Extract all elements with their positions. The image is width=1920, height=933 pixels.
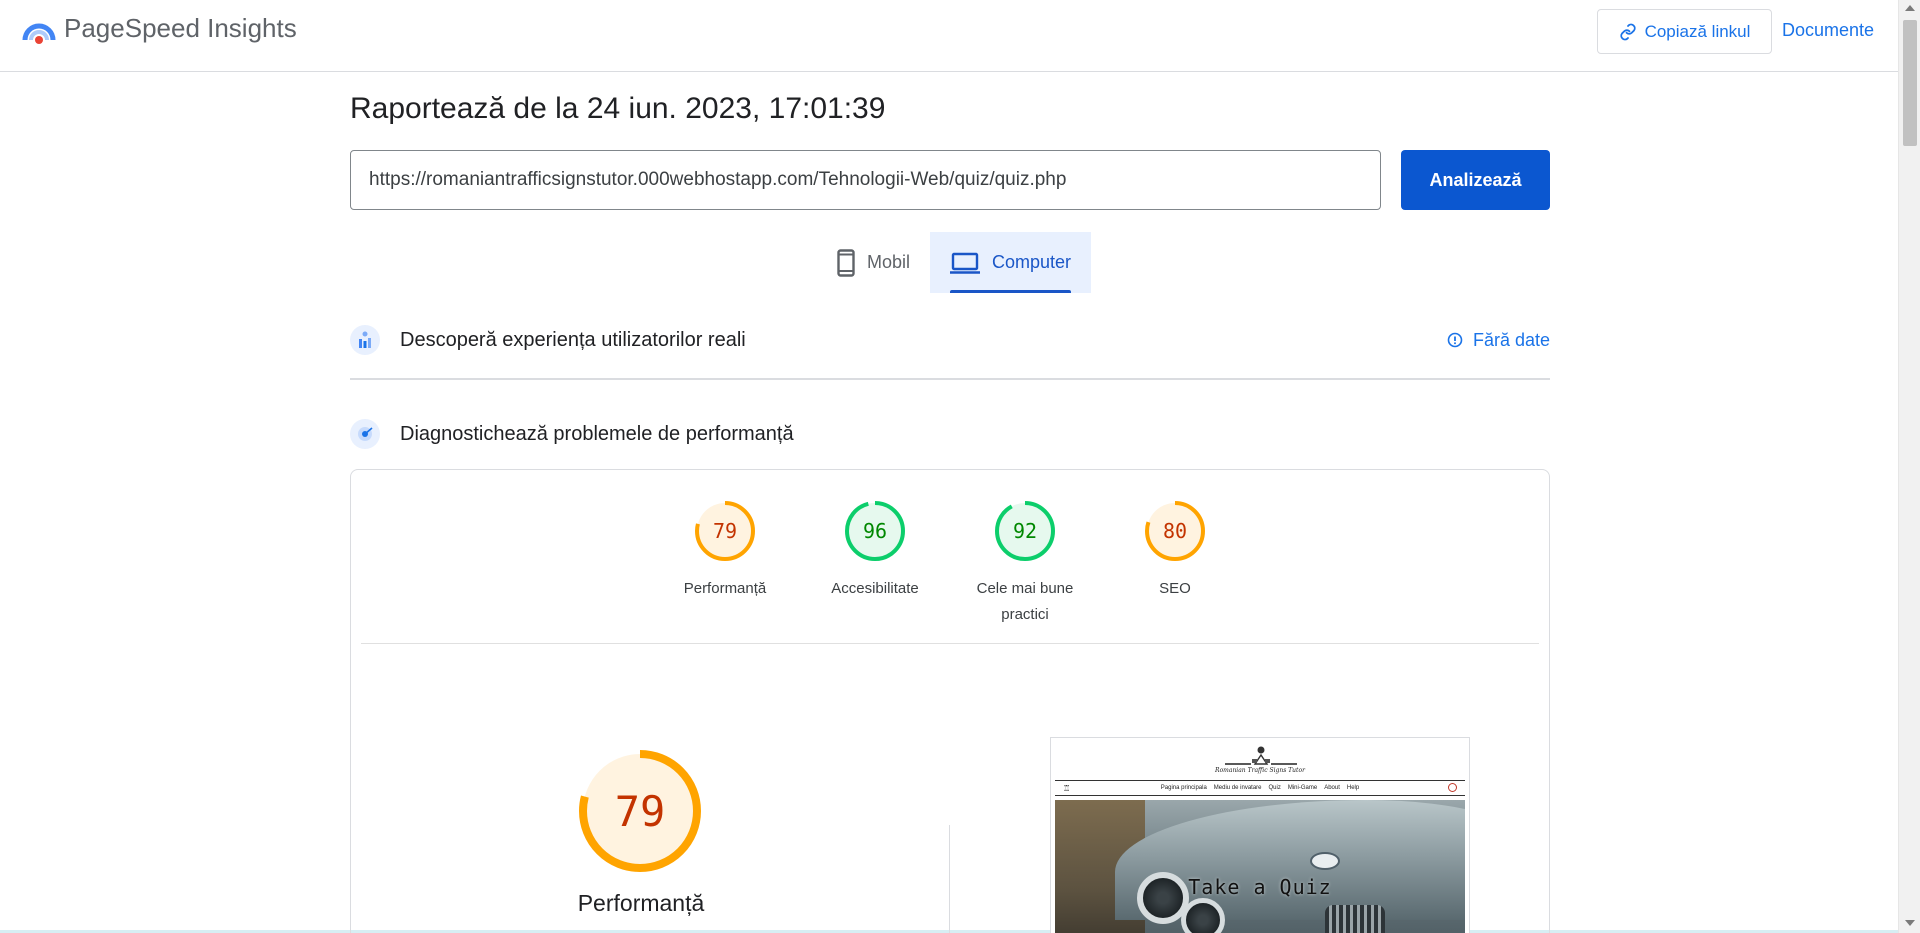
site-nav-item: Mini-Game bbox=[1287, 785, 1318, 791]
site-nav-item: Help bbox=[1346, 785, 1360, 791]
copy-link-label: Copiază linkul bbox=[1644, 21, 1751, 41]
users-chart-icon bbox=[350, 325, 380, 355]
gauge-accessibility: 96 bbox=[844, 500, 906, 562]
brand-name[interactable]: PageSpeed Insights bbox=[64, 13, 297, 44]
site-hero-text: Take a Quiz bbox=[1188, 875, 1332, 899]
score-accessibility[interactable]: 96 Accesibilitate bbox=[800, 500, 950, 628]
link-icon bbox=[1619, 23, 1636, 40]
tab-computer-label: Computer bbox=[992, 252, 1072, 272]
hero-car-badge bbox=[1310, 852, 1340, 870]
score-best-practices[interactable]: 92 Cele mai bune practici bbox=[950, 500, 1100, 628]
score-value: 80 bbox=[1162, 519, 1188, 543]
score-performance[interactable]: 79 Performanță bbox=[650, 500, 800, 628]
field-data-title: Descoperă experiența utilizatorilor real… bbox=[400, 328, 746, 351]
device-tabs: Mobil Computer bbox=[817, 232, 1092, 293]
card-divider bbox=[361, 643, 1539, 644]
lab-data-section: Diagnostichează problemele de performanț… bbox=[350, 412, 1550, 456]
report-title: Raportează de la 24 iun. 2023, 17:01:39 bbox=[350, 92, 886, 125]
gauge-best-practices: 92 bbox=[994, 500, 1056, 562]
tab-mobile-label: Mobil bbox=[867, 252, 911, 272]
gauge-performance: 79 bbox=[694, 500, 756, 562]
site-user-icon bbox=[1448, 783, 1457, 792]
top-bar: PageSpeed Insights Copiază linkul Docume… bbox=[0, 0, 1898, 72]
site-nav-item: Mediu de invatare bbox=[1213, 785, 1262, 791]
site-nav: ♖ Pagina principala Mediu de invatare Qu… bbox=[1055, 780, 1465, 796]
score-label: Cele mai bune practici bbox=[976, 580, 1074, 623]
site-home-icon: ♖ bbox=[1063, 784, 1071, 793]
site-nav-item: Pagina principala bbox=[1160, 785, 1207, 791]
smartphone-icon bbox=[837, 248, 855, 277]
gauge-seo: 80 bbox=[1144, 500, 1206, 562]
no-data-link[interactable]: Fără date bbox=[1447, 330, 1550, 351]
no-data-label: Fără date bbox=[1472, 329, 1550, 350]
vertical-separator bbox=[949, 825, 950, 933]
tab-mobile[interactable]: Mobil bbox=[817, 232, 930, 293]
pagespeed-logo[interactable] bbox=[22, 14, 56, 48]
scores-card: 79 Performanță 96 Accesibilitate 92 Cele… bbox=[350, 469, 1550, 933]
score-gauges: 79 Performanță 96 Accesibilitate 92 Cele… bbox=[351, 500, 1549, 628]
score-seo[interactable]: 80 SEO bbox=[1100, 500, 1250, 628]
site-title: Romanian Traffic Signs Tutor bbox=[1215, 767, 1305, 774]
url-input[interactable] bbox=[350, 150, 1381, 210]
score-label: Accesibilitate bbox=[831, 580, 919, 597]
score-label: SEO bbox=[1159, 580, 1191, 597]
info-icon bbox=[1447, 332, 1463, 348]
score-value: 92 bbox=[1012, 519, 1038, 543]
page-screenshot: Romanian Traffic Signs Tutor ♖ Pagina pr… bbox=[1050, 737, 1470, 933]
scroll-thumb[interactable] bbox=[1903, 20, 1917, 146]
copy-link-button[interactable]: Copiază linkul bbox=[1597, 9, 1772, 54]
scroll-down-arrow-icon[interactable] bbox=[1905, 920, 1915, 926]
score-label: Performanță bbox=[683, 580, 767, 597]
tab-computer[interactable]: Computer bbox=[930, 232, 1092, 293]
site-hero-image: Take a Quiz bbox=[1055, 800, 1465, 933]
hero-car-grille bbox=[1325, 905, 1385, 933]
performance-main-label: Performanță bbox=[577, 890, 705, 916]
performance-main-score: 79 bbox=[614, 786, 666, 836]
score-value: 96 bbox=[862, 519, 888, 543]
docs-link[interactable]: Documente bbox=[1782, 20, 1874, 41]
performance-main-gauge: 79 bbox=[578, 749, 702, 873]
site-nav-item: Quiz bbox=[1268, 785, 1281, 791]
section-divider bbox=[350, 378, 1550, 380]
lab-data-title: Diagnostichează problemele de performanț… bbox=[400, 422, 794, 445]
score-value: 79 bbox=[712, 519, 738, 543]
laptop-icon bbox=[950, 252, 981, 274]
site-nav-item: About bbox=[1324, 785, 1340, 791]
diagnose-target-icon bbox=[350, 419, 380, 449]
scroll-up-arrow-icon[interactable] bbox=[1905, 5, 1915, 11]
field-data-section: Descoperă experiența utilizatorilor real… bbox=[350, 318, 1550, 362]
site-logo-icon bbox=[1225, 746, 1297, 765]
scrollbar[interactable] bbox=[1898, 0, 1920, 933]
analyze-button[interactable]: Analizează bbox=[1401, 150, 1550, 210]
